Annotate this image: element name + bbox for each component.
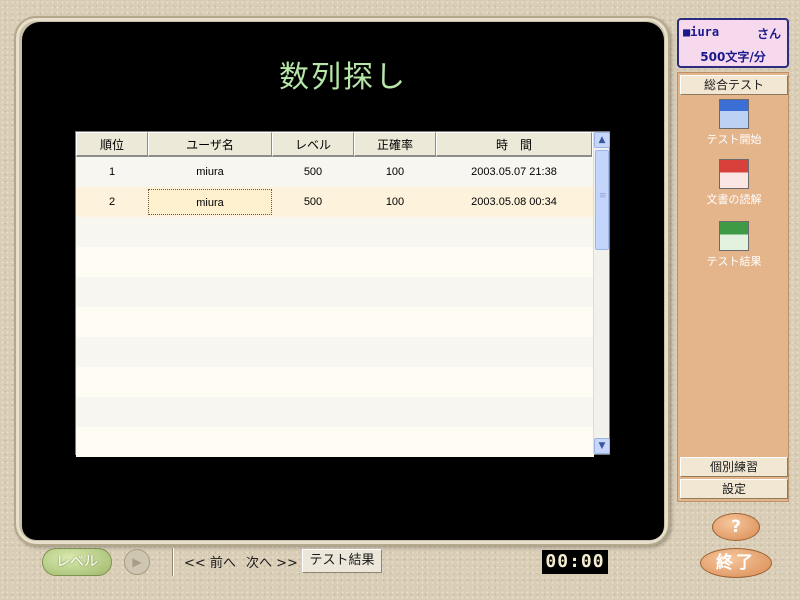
- test-start-label: テスト開始: [706, 133, 762, 146]
- next-page-button[interactable]: 次へ >>: [246, 552, 298, 571]
- test-start-tool[interactable]: テスト開始: [678, 99, 790, 147]
- previous-page-button[interactable]: << 前へ: [184, 552, 236, 571]
- column-header-time[interactable]: 時 間: [436, 132, 592, 157]
- column-header-username[interactable]: ユーザ名: [148, 132, 272, 157]
- empty-row: [76, 337, 594, 367]
- column-header-rank[interactable]: 順位: [76, 132, 148, 157]
- side-panel: 総合テスト テスト開始 文書の読解 テスト結果 個別練習 設定: [677, 72, 789, 502]
- test-result-tab[interactable]: テスト結果: [302, 549, 382, 573]
- cell-time: 2003.05.07 21:38: [471, 166, 557, 178]
- user-honorific: さん: [756, 27, 781, 41]
- cell-accuracy: 100: [385, 166, 405, 178]
- empty-row: [76, 277, 594, 307]
- table-body: 1 miura 500 100 2003.05.07 21:38 2 miura…: [76, 157, 594, 457]
- timer-display: 00:00: [542, 550, 608, 574]
- exit-button[interactable]: 終了: [700, 548, 772, 578]
- divider: [172, 548, 174, 576]
- user-name: ■iura: [683, 25, 720, 39]
- scroll-up-button[interactable]: ▲: [594, 132, 610, 148]
- cell-rank: 2: [108, 196, 116, 208]
- scroll-down-button[interactable]: ▼: [594, 438, 610, 454]
- level-button[interactable]: レベル: [42, 548, 112, 576]
- cell-username: miura: [196, 166, 224, 178]
- cell-accuracy: 100: [385, 196, 405, 208]
- document-reading-tool[interactable]: 文書の読解: [678, 159, 790, 207]
- cell-username-focused: miura: [148, 189, 272, 215]
- document-reading-label: 文書の読解: [706, 193, 762, 206]
- empty-row: [76, 427, 594, 457]
- user-info-card: ■iura さん 500文字/分: [677, 18, 789, 68]
- empty-row: [76, 307, 594, 337]
- cell-level: 500: [303, 166, 323, 178]
- document-reading-icon: [719, 159, 749, 189]
- user-typing-speed: 500文字/分: [700, 50, 766, 64]
- help-button[interactable]: ?: [712, 513, 760, 541]
- settings-button[interactable]: 設定: [680, 479, 788, 499]
- column-header-accuracy[interactable]: 正確率: [354, 132, 436, 157]
- test-start-icon: [719, 99, 749, 129]
- vertical-scrollbar[interactable]: ▲ ▼: [593, 132, 610, 454]
- scroll-thumb[interactable]: [595, 150, 609, 250]
- overall-test-button[interactable]: 総合テスト: [680, 75, 788, 95]
- individual-practice-button[interactable]: 個別練習: [680, 457, 788, 477]
- table-row-selected[interactable]: 2 miura 500 100 2003.05.08 00:34: [76, 187, 594, 217]
- ranking-table: 順位 ユーザ名 レベル 正確率 時 間 1 miura 500 100 2003…: [75, 131, 610, 457]
- table-row[interactable]: 1 miura 500 100 2003.05.07 21:38: [76, 157, 594, 187]
- table-header: 順位 ユーザ名 レベル 正確率 時 間: [76, 132, 592, 157]
- column-header-level[interactable]: レベル: [272, 132, 354, 157]
- test-result-icon: [719, 221, 749, 251]
- cell-level: 500: [303, 196, 323, 208]
- play-icon[interactable]: ▶: [124, 549, 150, 575]
- page-title: 数列探し: [279, 60, 407, 95]
- test-result-label: テスト結果: [706, 255, 762, 268]
- cell-time: 2003.05.08 00:34: [471, 196, 557, 208]
- empty-row: [76, 367, 594, 397]
- empty-row: [76, 247, 594, 277]
- test-result-tool[interactable]: テスト結果: [678, 221, 790, 269]
- cell-rank: 1: [108, 166, 116, 178]
- bottom-control-bar: レベル ▶ << 前へ 次へ >> テスト結果 00:00: [22, 544, 664, 584]
- empty-row: [76, 397, 594, 427]
- empty-row: [76, 217, 594, 247]
